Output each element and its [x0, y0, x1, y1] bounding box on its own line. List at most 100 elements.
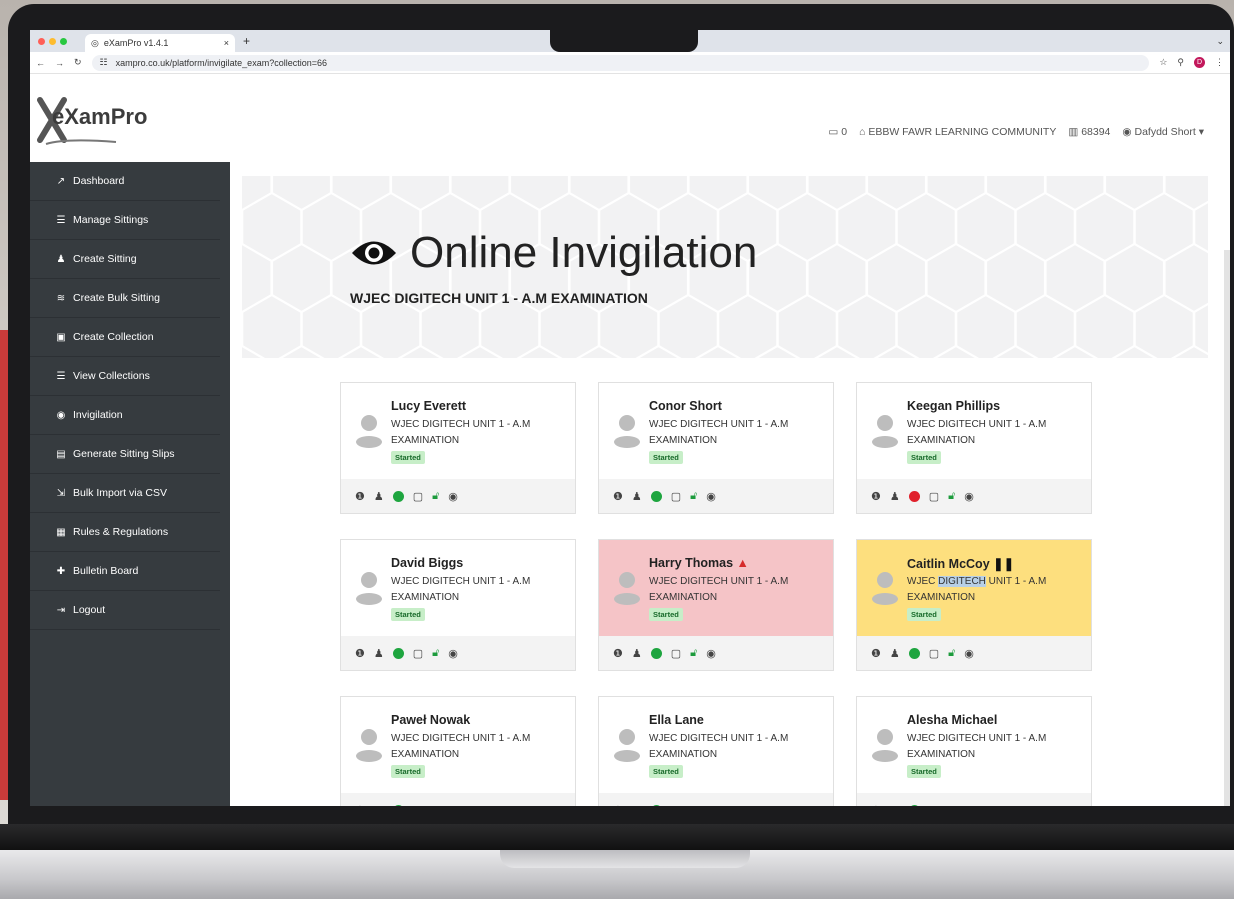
user-plus-icon: ♟	[56, 253, 66, 265]
message-icon[interactable]: ▢	[671, 647, 681, 660]
info-icon[interactable]: ❶	[871, 490, 881, 503]
connection-status-icon	[392, 647, 404, 659]
window-close-dot[interactable]	[38, 37, 45, 45]
info-icon[interactable]: ❶	[355, 647, 365, 660]
browser-menu-icon[interactable]: ⋮	[1215, 57, 1224, 68]
message-icon[interactable]: ▢	[671, 804, 681, 807]
sidebar-item-manage-sittings[interactable]: ☰ Manage Sittings	[30, 201, 220, 240]
list-icon: ☰	[56, 370, 66, 382]
user-icon[interactable]: ♟	[632, 804, 642, 807]
messages-indicator[interactable]: ▭ 0	[828, 126, 847, 138]
view-eye-icon[interactable]: ◉	[964, 647, 974, 660]
message-icon[interactable]: ▢	[413, 490, 423, 503]
sidebar-item-create-collection[interactable]: ▣ Create Collection	[30, 318, 220, 357]
candidate-card[interactable]: Ella Lane WJEC DIGITECH UNIT 1 - A.M EXAM…	[598, 696, 834, 806]
info-icon[interactable]: ❶	[613, 647, 623, 660]
message-icon[interactable]: ▢	[671, 490, 681, 503]
sidebar-item-label: Dashboard	[73, 175, 125, 187]
candidate-card[interactable]: Keegan Phillips WJEC DIGITECH UNIT 1 - A.…	[856, 382, 1092, 514]
back-icon[interactable]: ←	[36, 58, 45, 68]
candidate-card[interactable]: Harry Thomas ▲ WJEC DIGITECH UNIT 1 - A.M…	[598, 539, 834, 671]
user-icon[interactable]: ♟	[890, 490, 900, 503]
candidate-exam: WJEC DIGITECH UNIT 1 - A.M EXAMINATION	[907, 731, 1082, 763]
unlock-icon[interactable]: 🔓︎	[690, 490, 697, 503]
browser-tab[interactable]: ◎ eXamPro v1.4.1 ×	[85, 34, 235, 52]
candidate-card[interactable]: Lucy Everett WJEC DIGITECH UNIT 1 - A.M E…	[340, 382, 576, 514]
forward-icon[interactable]: →	[55, 58, 64, 68]
view-eye-icon[interactable]: ◉	[706, 804, 716, 807]
unlock-icon[interactable]: 🔓︎	[948, 490, 955, 503]
candidate-actions: ❶ ♟ ▢ 🔓︎ ◉	[341, 793, 575, 806]
profile-avatar[interactable]: D	[1194, 57, 1205, 68]
sidebar-item-invigilation[interactable]: ◉ Invigilation	[30, 396, 220, 435]
view-eye-icon[interactable]: ◉	[448, 804, 458, 807]
message-icon[interactable]: ▢	[929, 804, 939, 807]
sidebar-item-create-bulk-sitting[interactable]: ≋ Create Bulk Sitting	[30, 279, 220, 318]
user-icon[interactable]: ♟	[374, 490, 384, 503]
browser-address-bar: ← → ↻ ☷ xampro.co.uk/platform/invigilate…	[30, 52, 1230, 74]
message-icon[interactable]: ▢	[929, 490, 939, 503]
sidebar-item-bulk-import-via-csv[interactable]: ⇲ Bulk Import via CSV	[30, 474, 220, 513]
user-icon[interactable]: ♟	[374, 647, 384, 660]
new-tab-button[interactable]: +	[243, 34, 250, 48]
candidate-card-body: David Biggs WJEC DIGITECH UNIT 1 - A.M EX…	[341, 540, 575, 636]
unlock-icon[interactable]: 🔓︎	[690, 804, 697, 807]
unlock-icon[interactable]: 🔓︎	[690, 647, 697, 660]
candidate-name: Keegan Phillips	[907, 399, 1000, 413]
unlock-icon[interactable]: 🔓︎	[432, 804, 439, 807]
main-content: Online Invigilation WJEC DIGITECH UNIT 1…	[230, 162, 1230, 806]
sidebar-item-logout[interactable]: ⇥ Logout	[30, 591, 220, 630]
bookmark-star-icon[interactable]: ☆	[1159, 57, 1167, 68]
info-icon[interactable]: ❶	[871, 804, 881, 807]
unlock-icon[interactable]: 🔓︎	[948, 804, 955, 807]
user-icon[interactable]: ♟	[890, 804, 900, 807]
info-icon[interactable]: ❶	[871, 647, 881, 660]
window-zoom-dot[interactable]	[60, 37, 67, 45]
view-eye-icon[interactable]: ◉	[706, 490, 716, 503]
messages-count: 0	[841, 126, 848, 138]
candidate-card[interactable]: David Biggs WJEC DIGITECH UNIT 1 - A.M EX…	[340, 539, 576, 671]
extensions-icon[interactable]: ⚲	[1177, 57, 1184, 68]
candidate-card[interactable]: Caitlin McCoy ❚❚ WJEC DIGITECH UNIT 1 - A…	[856, 539, 1092, 671]
reload-icon[interactable]: ↻	[74, 57, 82, 68]
status-badge: Started	[649, 608, 683, 621]
unlock-icon[interactable]: 🔓︎	[948, 647, 955, 660]
candidate-card[interactable]: Paweł Nowak WJEC DIGITECH UNIT 1 - A.M EX…	[340, 696, 576, 806]
unlock-icon[interactable]: 🔓︎	[432, 647, 439, 660]
info-icon[interactable]: ❶	[355, 804, 365, 807]
sidebar-item-create-sitting[interactable]: ♟ Create Sitting	[30, 240, 220, 279]
message-icon[interactable]: ▢	[413, 804, 423, 807]
user-icon[interactable]: ♟	[374, 804, 384, 807]
view-eye-icon[interactable]: ◉	[706, 647, 716, 660]
tab-close-icon[interactable]: ×	[224, 38, 229, 48]
status-badge: Started	[649, 451, 683, 464]
site-info-icon[interactable]: ☷	[100, 57, 108, 68]
url-field[interactable]: ☷ xampro.co.uk/platform/invigilate_exam?…	[91, 54, 1150, 71]
view-eye-icon[interactable]: ◉	[448, 647, 458, 660]
page-scrollbar[interactable]	[1224, 250, 1230, 806]
app-logo[interactable]: eXamPro	[36, 94, 147, 150]
user-icon[interactable]: ♟	[890, 647, 900, 660]
view-eye-icon[interactable]: ◉	[964, 804, 974, 807]
info-icon[interactable]: ❶	[613, 804, 623, 807]
message-icon[interactable]: ▢	[929, 647, 939, 660]
tab-list-chevron-icon[interactable]: ⌄	[1216, 36, 1224, 47]
sidebar-item-view-collections[interactable]: ☰ View Collections	[30, 357, 220, 396]
sidebar-item-generate-sitting-slips[interactable]: ▤ Generate Sitting Slips	[30, 435, 220, 474]
user-icon[interactable]: ♟	[632, 647, 642, 660]
user-icon[interactable]: ♟	[632, 490, 642, 503]
info-icon[interactable]: ❶	[355, 490, 365, 503]
user-menu[interactable]: ◉ Dafydd Short ▾	[1122, 126, 1204, 138]
candidate-card[interactable]: Conor Short WJEC DIGITECH UNIT 1 - A.M EX…	[598, 382, 834, 514]
sidebar-item-bulletin-board[interactable]: ✚ Bulletin Board	[30, 552, 220, 591]
sidebar-item-dashboard[interactable]: ↗ Dashboard	[30, 162, 220, 201]
sidebar-item-rules-regulations[interactable]: ▦ Rules & Regulations	[30, 513, 220, 552]
logout-icon: ⇥	[56, 604, 66, 616]
window-minimize-dot[interactable]	[49, 37, 56, 45]
unlock-icon[interactable]: 🔓︎	[432, 490, 439, 503]
info-icon[interactable]: ❶	[613, 490, 623, 503]
candidate-card[interactable]: Alesha Michael WJEC DIGITECH UNIT 1 - A.M…	[856, 696, 1092, 806]
message-icon[interactable]: ▢	[413, 647, 423, 660]
view-eye-icon[interactable]: ◉	[448, 490, 458, 503]
view-eye-icon[interactable]: ◉	[964, 490, 974, 503]
